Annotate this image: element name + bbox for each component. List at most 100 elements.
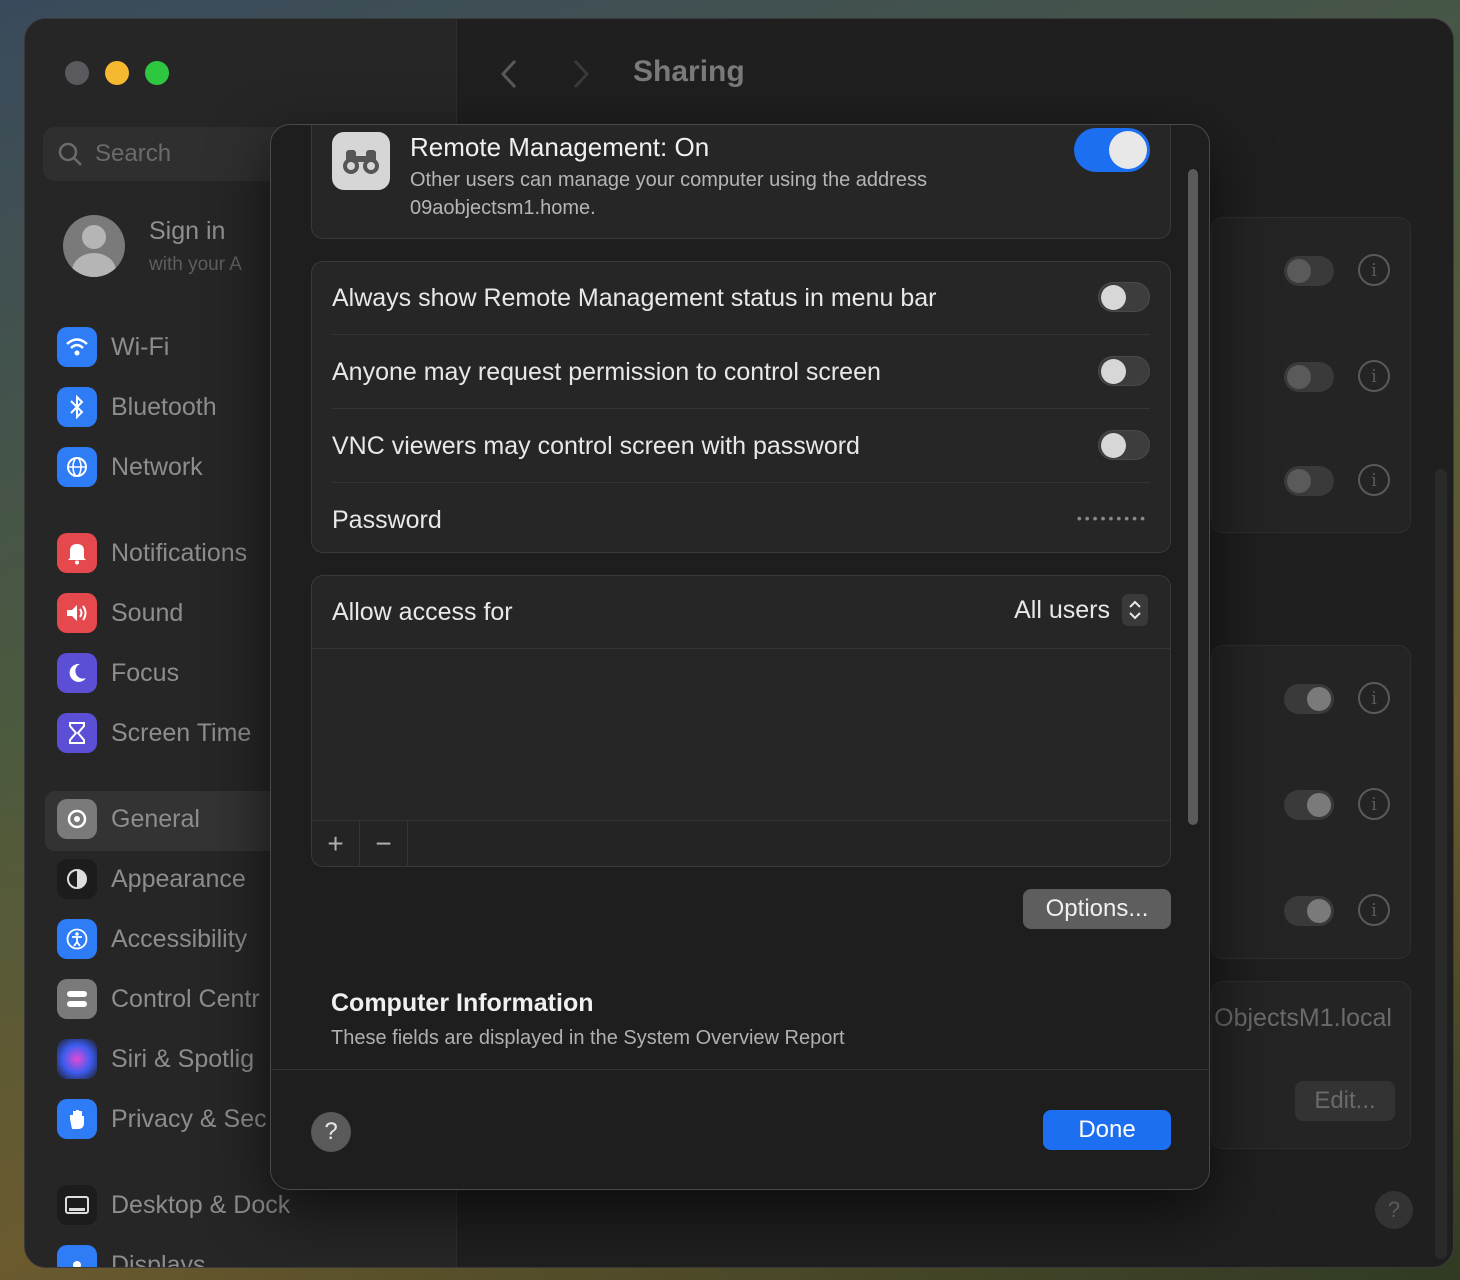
bell-icon: [57, 533, 97, 573]
password-label: Password: [332, 505, 442, 534]
allow-access-value: All users: [1014, 595, 1110, 624]
background-help-button[interactable]: ?: [1375, 1191, 1413, 1229]
background-scrollbar[interactable]: [1435, 469, 1447, 1259]
request-permission-toggle[interactable]: [1098, 356, 1150, 386]
apple-account-signin[interactable]: Sign in with your A: [63, 215, 242, 277]
password-field[interactable]: •••••••••: [1077, 510, 1148, 526]
option-row-request-permission: Anyone may request permission to control…: [332, 354, 1150, 390]
sidebar-item-displays[interactable]: Displays: [57, 1245, 206, 1268]
chevron-left-icon: [500, 59, 517, 89]
sheet-scrollbar[interactable]: [1183, 125, 1203, 1069]
info-icon[interactable]: i: [1358, 682, 1390, 714]
gear-icon: [57, 799, 97, 839]
siri-icon: [57, 1039, 97, 1079]
sidebar-item-screen-time[interactable]: Screen Time: [57, 713, 251, 753]
appearance-icon: [57, 859, 97, 899]
info-icon[interactable]: i: [1358, 254, 1390, 286]
info-icon[interactable]: i: [1358, 464, 1390, 496]
remote-management-title: Remote Management: On: [410, 132, 710, 162]
row-divider: [332, 408, 1150, 409]
background-toggle[interactable]: [1284, 256, 1334, 286]
add-user-button[interactable]: +: [312, 820, 360, 867]
control-center-icon: [57, 979, 97, 1019]
password-row: Password: [332, 502, 1150, 538]
sidebar-item-label: Bluetooth: [111, 392, 217, 421]
info-icon[interactable]: i: [1358, 360, 1390, 392]
back-button[interactable]: [497, 57, 521, 99]
sidebar-item-label: Sound: [111, 598, 184, 627]
hourglass-icon: [57, 713, 97, 753]
chevron-right-icon: [573, 59, 590, 89]
row-divider: [332, 334, 1150, 335]
sheet-footer: ? Done: [271, 1069, 1209, 1189]
scrollbar-thumb[interactable]: [1188, 169, 1198, 825]
forward-button[interactable]: [569, 57, 593, 99]
sidebar-item-notifications[interactable]: Notifications: [57, 533, 247, 573]
background-toggle[interactable]: [1284, 896, 1334, 926]
remote-management-options-card: Always show Remote Management status in …: [311, 261, 1171, 553]
account-subtitle: with your A: [149, 253, 242, 275]
background-toggle[interactable]: [1284, 362, 1334, 392]
hand-icon: [57, 1099, 97, 1139]
sidebar-item-label: Network: [111, 452, 203, 481]
sidebar-item-label: Wi-Fi: [111, 332, 170, 361]
search-icon: [58, 142, 82, 166]
sidebar-item-desktop-dock[interactable]: Desktop & Dock: [57, 1185, 290, 1225]
info-icon[interactable]: i: [1358, 894, 1390, 926]
option-label: Anyone may request permission to control…: [332, 357, 881, 386]
edit-hostname-button[interactable]: Edit...: [1295, 1081, 1395, 1121]
sidebar-item-wifi[interactable]: Wi-Fi: [57, 327, 169, 367]
binoculars-icon: [332, 132, 390, 190]
sidebar-item-siri-spotlight[interactable]: Siri & Spotlig: [57, 1039, 254, 1079]
options-button[interactable]: Options...: [1023, 889, 1171, 929]
remote-management-card: Remote Management: On Other users can ma…: [311, 125, 1171, 239]
vnc-password-toggle[interactable]: [1098, 430, 1150, 460]
minimize-window-button[interactable]: [105, 61, 129, 85]
background-toggle[interactable]: [1284, 684, 1334, 714]
sidebar-item-accessibility[interactable]: Accessibility: [57, 919, 247, 959]
window-controls: [65, 61, 169, 85]
sidebar-item-label: Displays: [111, 1250, 206, 1268]
background-services-card: i i i: [1211, 645, 1411, 959]
sidebar-item-network[interactable]: Network: [57, 447, 203, 487]
local-hostname: ObjectsM1.local: [1214, 1004, 1392, 1032]
sidebar-item-privacy-security[interactable]: Privacy & Sec: [57, 1099, 267, 1139]
option-label: VNC viewers may control screen with pass…: [332, 431, 860, 460]
remote-management-toggle[interactable]: [1074, 128, 1150, 172]
search-placeholder: Search: [95, 140, 172, 167]
sidebar-item-label: Privacy & Sec: [111, 1104, 267, 1133]
info-icon[interactable]: i: [1358, 788, 1390, 820]
close-window-button[interactable]: [65, 61, 89, 85]
sidebar-item-general[interactable]: General: [57, 799, 200, 839]
sidebar-item-label: Control Centr: [111, 984, 260, 1013]
sidebar-item-label: Siri & Spotlig: [111, 1044, 255, 1073]
remote-management-sheet: Remote Management: On Other users can ma…: [270, 124, 1210, 1190]
accessibility-icon: [57, 919, 97, 959]
sidebar-item-control-center[interactable]: Control Centr: [57, 979, 260, 1019]
speaker-icon: [57, 593, 97, 633]
done-button[interactable]: Done: [1043, 1110, 1171, 1150]
page-title: Sharing: [633, 55, 745, 88]
sidebar-item-focus[interactable]: Focus: [57, 653, 179, 693]
wifi-icon: [57, 327, 97, 367]
display-icon: [57, 1245, 97, 1267]
zoom-window-button[interactable]: [145, 61, 169, 85]
sidebar-item-sound[interactable]: Sound: [57, 593, 183, 633]
computer-information-subtitle: These fields are displayed in the System…: [331, 1027, 845, 1049]
background-toggle[interactable]: [1284, 466, 1334, 496]
row-divider: [312, 648, 1170, 649]
sidebar-item-appearance[interactable]: Appearance: [57, 859, 246, 899]
remove-user-button[interactable]: −: [360, 820, 408, 867]
background-toggle[interactable]: [1284, 790, 1334, 820]
sidebar-item-label: General: [111, 804, 200, 833]
sidebar-item-bluetooth[interactable]: Bluetooth: [57, 387, 217, 427]
allow-access-label: Allow access for: [332, 597, 513, 626]
sidebar-item-label: Accessibility: [111, 924, 248, 953]
option-row-menu-bar-status: Always show Remote Management status in …: [332, 280, 1150, 316]
bluetooth-icon: [57, 387, 97, 427]
help-button[interactable]: ?: [311, 1112, 351, 1152]
menu-bar-status-toggle[interactable]: [1098, 282, 1150, 312]
sidebar-item-label: Screen Time: [111, 718, 252, 747]
moon-icon: [57, 653, 97, 693]
allow-access-select[interactable]: All users: [1014, 594, 1148, 626]
